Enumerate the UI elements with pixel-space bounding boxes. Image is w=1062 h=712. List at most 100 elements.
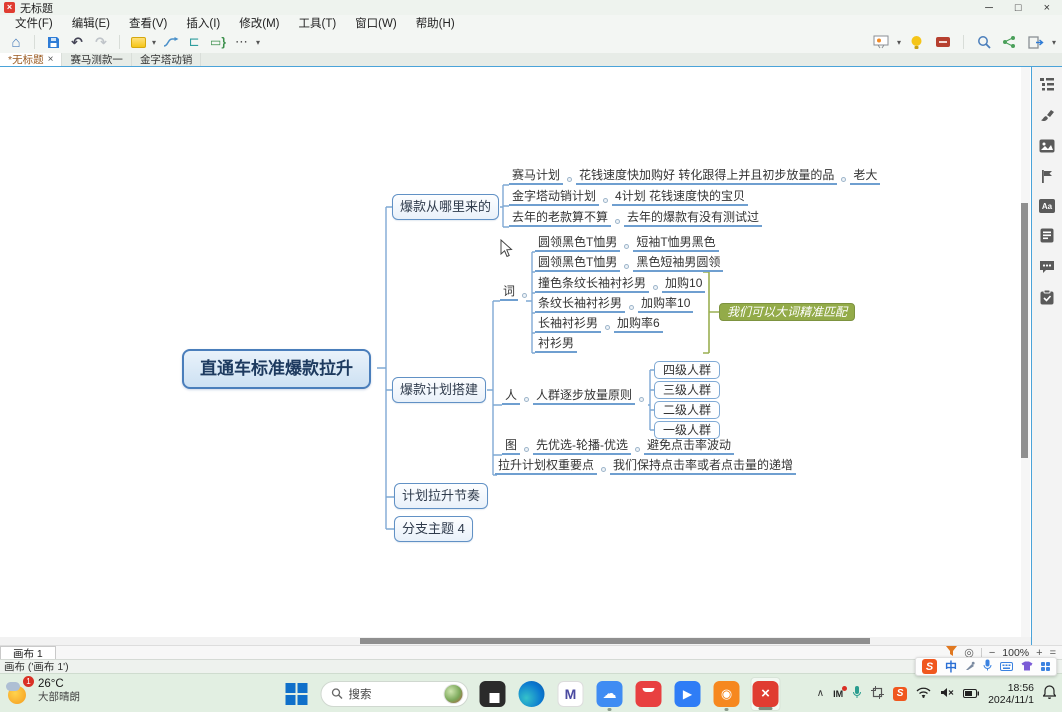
save-icon[interactable] [43, 33, 63, 51]
tab-close-icon[interactable]: × [48, 54, 54, 65]
summary-callout[interactable]: 我们可以大词精准匹配 [719, 303, 855, 321]
taskbar-app-cloud[interactable]: ☁ [595, 677, 625, 711]
tray-notification-bell-icon[interactable] [1043, 685, 1056, 702]
font-icon[interactable]: Aa [1039, 199, 1055, 213]
topic-keyword-value[interactable]: 加购率6 [614, 316, 663, 333]
menu-file[interactable]: 文件(F) [6, 15, 62, 31]
ime-skin-icon[interactable] [1021, 660, 1033, 674]
menu-edit[interactable]: 编辑(E) [63, 15, 119, 31]
menu-window[interactable]: 窗口(W) [346, 15, 406, 31]
taskbar-app-blue-arrow[interactable]: ▶ [673, 677, 703, 711]
menu-insert[interactable]: 插入(I) [177, 15, 229, 31]
slideshow-icon[interactable] [933, 33, 953, 51]
more-tools-icon[interactable]: ⋯ [232, 33, 252, 51]
topic-crowd-level-4[interactable]: 四级人群 [654, 361, 720, 379]
tray-im-icon[interactable]: IM [833, 689, 843, 699]
topic-word[interactable]: 词 [500, 284, 518, 301]
topic-weight-detail[interactable]: 我们保持点击率或者点击量的递增 [610, 458, 796, 475]
export-icon[interactable] [1026, 33, 1046, 51]
vertical-scrollbar[interactable] [1021, 67, 1030, 637]
topic-4-plans[interactable]: 4计划 花钱速度快的宝贝 [612, 189, 748, 206]
boundary-icon[interactable]: ▭} [208, 33, 228, 51]
ime-mode-chinese[interactable]: 中 [945, 658, 957, 675]
doc-tab-untitled[interactable]: *无标题 × [0, 53, 62, 66]
horizontal-scrollbar[interactable] [0, 637, 1031, 645]
hidden-icons-chevron[interactable]: ∧ [817, 688, 824, 699]
taskbar-app-red[interactable] [634, 677, 664, 711]
summary-icon[interactable]: ⊏ [184, 33, 204, 51]
topic-keyword[interactable]: 长袖衬衫男 [535, 316, 601, 333]
home-icon[interactable]: ⌂ [6, 33, 26, 51]
topic-crowd-level-3[interactable]: 三级人群 [654, 381, 720, 399]
tray-sogou-icon[interactable]: S [893, 687, 907, 701]
ime-toolbox-icon[interactable] [1041, 662, 1050, 671]
canvas-tab-1[interactable]: 画布 1 [0, 646, 56, 659]
taskbar-app-dark[interactable] [478, 677, 508, 711]
taskbar-app-edge[interactable] [517, 677, 547, 711]
topic-keyword[interactable]: 圆领黑色T恤男 [535, 255, 620, 272]
topic-keyword[interactable]: 条纹长袖衬衫男 [535, 296, 625, 313]
tray-wifi-icon[interactable] [916, 687, 931, 701]
topic-weight-points[interactable]: 拉升计划权重要点 [495, 458, 597, 475]
topic-image-goal[interactable]: 避免点击率波动 [644, 438, 734, 455]
topic-keyword[interactable]: 撞色条纹长袖衬衫男 [535, 276, 649, 293]
branch-topic-rhythm[interactable]: 计划拉升节奏 [394, 483, 488, 509]
relationship-icon[interactable] [160, 33, 180, 51]
tray-battery-icon[interactable] [963, 687, 979, 701]
restore-button[interactable]: □ [1015, 1, 1022, 15]
idea-bulb-icon[interactable] [907, 33, 927, 51]
tray-clock[interactable]: 18:56 2024/11/1 [988, 682, 1034, 706]
marker-flag-icon[interactable] [1039, 168, 1056, 185]
topic-keyword[interactable]: 衬衫男 [535, 336, 577, 353]
start-button[interactable] [282, 677, 312, 711]
search-highlight-thumbnail[interactable] [444, 684, 464, 704]
outline-icon[interactable] [1039, 75, 1056, 92]
more-caret-icon[interactable]: ▾ [256, 38, 260, 47]
topic-image[interactable]: 图 [502, 438, 520, 455]
comment-icon[interactable] [1039, 258, 1056, 275]
close-button[interactable]: × [1044, 1, 1050, 15]
branch-topic-4[interactable]: 分支主题 4 [394, 516, 473, 542]
topic-keyword-value[interactable]: 黑色短袖男圆领 [633, 255, 723, 272]
topic-keyword-value[interactable]: 短袖T恤男黑色 [633, 235, 718, 252]
topic-keyword-value[interactable]: 加购10 [662, 276, 705, 293]
topic-spend-fast[interactable]: 花钱速度快加购好 转化跟得上并且初步放量的品 [576, 168, 837, 185]
format-brush-icon[interactable] [1039, 106, 1056, 123]
topic-laoda[interactable]: 老大 [850, 168, 880, 185]
ime-mic-icon[interactable] [983, 659, 992, 674]
taskbar-search-box[interactable]: 搜索 [321, 681, 469, 707]
menu-help[interactable]: 帮助(H) [407, 15, 464, 31]
topic-people[interactable]: 人 [502, 388, 520, 405]
horizontal-scrollbar-thumb[interactable] [360, 638, 870, 644]
weather-widget[interactable]: 1 26°C 大部晴朗 [6, 678, 80, 704]
taskbar-app-camera[interactable]: ◉ [712, 677, 742, 711]
ime-keyboard-icon[interactable] [1000, 660, 1013, 674]
vertical-scrollbar-thumb[interactable] [1021, 203, 1028, 458]
note-icon[interactable] [1039, 227, 1056, 244]
task-icon[interactable] [1039, 289, 1056, 306]
topic-crowd-level-2[interactable]: 二级人群 [654, 401, 720, 419]
tray-mic-icon[interactable] [852, 685, 862, 702]
topic-last-year-old[interactable]: 去年的老款算不算 [509, 210, 611, 227]
undo-icon[interactable]: ↶ [67, 33, 87, 51]
ime-pen-icon[interactable] [965, 660, 975, 674]
presentation-caret-icon[interactable]: ▾ [897, 38, 901, 47]
minimize-button[interactable]: ─ [985, 1, 993, 15]
search-icon[interactable] [974, 33, 994, 51]
central-topic[interactable]: 直通车标准爆款拉升 [182, 349, 371, 389]
style-icon[interactable] [128, 33, 148, 51]
topic-pyramid-plan[interactable]: 金字塔动销计划 [509, 189, 599, 206]
image-icon[interactable] [1039, 137, 1056, 154]
branch-topic-source[interactable]: 爆款从哪里来的 [392, 194, 499, 220]
topic-saima-plan[interactable]: 赛马计划 [509, 168, 563, 185]
style-caret-icon[interactable]: ▾ [152, 38, 156, 47]
doc-tab-saima[interactable]: 赛马测款一 [62, 53, 132, 66]
share-icon[interactable] [1000, 33, 1020, 51]
tray-snip-icon[interactable] [871, 686, 884, 702]
presentation-icon[interactable] [871, 33, 891, 51]
topic-image-strategy[interactable]: 先优选-轮播-优选 [533, 438, 631, 455]
topic-last-year-tested[interactable]: 去年的爆款有没有测试过 [624, 210, 762, 227]
taskbar-app-m[interactable]: M [556, 677, 586, 711]
sogou-logo-icon[interactable]: S [922, 659, 937, 674]
topic-keyword-value[interactable]: 加购率10 [638, 296, 693, 313]
